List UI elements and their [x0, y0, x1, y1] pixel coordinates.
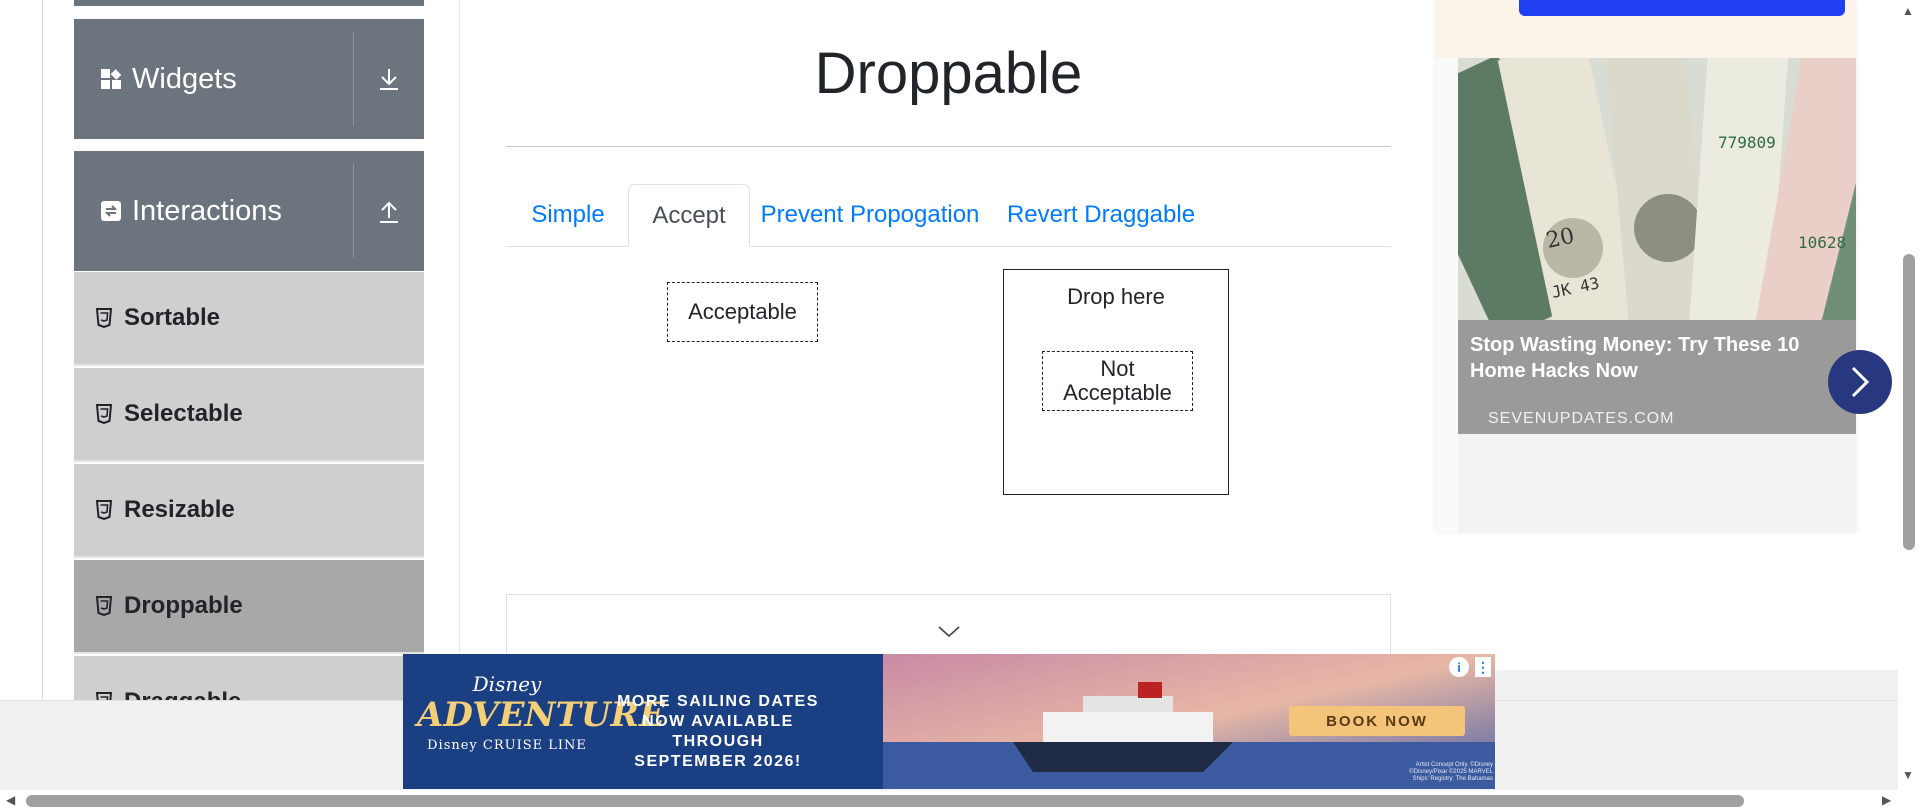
not-acceptable-draggable[interactable]: Not Acceptable: [1042, 351, 1193, 411]
html5-icon: [96, 307, 114, 329]
widgets-grid-icon: [100, 68, 122, 90]
ad-source: SEVENUPDATES.COM: [1488, 410, 1675, 427]
logo-brand-top: Disney: [472, 672, 542, 696]
chevron-down-icon[interactable]: [937, 625, 961, 644]
banner-message: MORE SAILING DATES NOW AVAILABLE THROUGH…: [617, 693, 819, 770]
previous-group-stub: [74, 0, 424, 6]
title-divider: [506, 146, 1391, 147]
content-border: [459, 0, 460, 700]
html5-icon: [96, 403, 114, 425]
ad-info-icon[interactable]: i: [1449, 657, 1469, 677]
scroll-up-arrow-icon[interactable]: ▲: [1902, 4, 1914, 18]
tab-accept[interactable]: Accept: [628, 184, 750, 247]
horizontal-scrollbar[interactable]: ◀ ▶: [0, 790, 1920, 812]
book-now-button[interactable]: BOOK NOW: [1289, 706, 1465, 736]
ad-background-pattern: [1458, 434, 1856, 532]
acceptable-draggable[interactable]: Acceptable: [667, 282, 818, 342]
sidebar-item-sortable[interactable]: Sortable: [74, 272, 424, 366]
tab-prevent-propogation[interactable]: Prevent Propogation: [750, 184, 990, 246]
ad-caption[interactable]: Stop Wasting Money: Try These 10 Home Ha…: [1458, 320, 1856, 434]
sidebar-item-label: Resizable: [124, 496, 235, 523]
vertical-scroll-thumb[interactable]: [1903, 254, 1915, 550]
sidebar-item-label: Sortable: [124, 304, 221, 331]
upload-arrow-icon[interactable]: [354, 151, 424, 271]
logo-brand-main: ADVENTURE: [417, 695, 665, 735]
ad-top-button[interactable]: [1519, 0, 1845, 16]
logo-brand-sub: Disney CRUISE LINE: [427, 738, 587, 753]
disney-adventure-logo: Disney ADVENTURE Disney CRUISE LINE: [417, 672, 665, 753]
sidebar-group-label: Widgets: [132, 62, 237, 95]
footer-background: [1494, 670, 1898, 700]
banner-fine-print: Artist Concept Only. ©Disney ©Disney/Pix…: [1409, 762, 1493, 782]
scroll-down-arrow-icon[interactable]: ▼: [1902, 768, 1914, 782]
download-arrow-icon[interactable]: [354, 19, 424, 139]
svg-text:10628: 10628: [1798, 233, 1846, 252]
ad-more-options-icon[interactable]: ⋮: [1475, 657, 1491, 677]
scroll-left-arrow-icon[interactable]: ◀: [6, 793, 15, 807]
sidebar-item-label: Droppable: [124, 592, 243, 619]
sidebar-item-selectable[interactable]: Selectable: [74, 368, 424, 462]
tab-bar: Simple Accept Prevent Propogation Revert…: [506, 184, 1391, 247]
svg-text:779809: 779809: [1718, 133, 1776, 152]
vertical-scrollbar[interactable]: ▲ ▼: [1898, 0, 1920, 790]
sidebar-item-droppable[interactable]: Droppable: [74, 560, 424, 654]
tab-revert-draggable[interactable]: Revert Draggable: [990, 184, 1212, 246]
ad-image: 20 JK 43 779809 10628: [1458, 58, 1856, 320]
interactions-icon: [100, 200, 122, 222]
drop-target[interactable]: Drop here Not Acceptable: [1003, 269, 1229, 495]
chevron-right-icon[interactable]: [1828, 350, 1892, 414]
ad-headline[interactable]: Stop Wasting Money: Try These 10 Home Ha…: [1470, 332, 1830, 384]
banner-advertisement[interactable]: Disney ADVENTURE Disney CRUISE LINE MORE…: [403, 654, 1495, 789]
sidebar-group-interactions[interactable]: Interactions: [74, 151, 424, 271]
sidebar-advertisement[interactable]: 20 JK 43 779809 10628 Stop Wasting Money…: [1436, 0, 1856, 532]
page-title: Droppable: [814, 41, 1083, 106]
html5-icon: [96, 499, 114, 521]
drop-label: Drop here: [1067, 284, 1165, 309]
sidebar-border: [42, 0, 43, 700]
scroll-right-arrow-icon[interactable]: ▶: [1882, 793, 1891, 807]
sidebar-item-label: Selectable: [124, 400, 243, 427]
sidebar-group-widgets[interactable]: Widgets: [74, 19, 424, 139]
horizontal-scroll-thumb[interactable]: [26, 795, 1744, 807]
tab-simple[interactable]: Simple: [506, 184, 630, 246]
sidebar-group-label: Interactions: [132, 194, 282, 227]
html5-icon: [96, 595, 114, 617]
sidebar-item-resizable[interactable]: Resizable: [74, 464, 424, 558]
